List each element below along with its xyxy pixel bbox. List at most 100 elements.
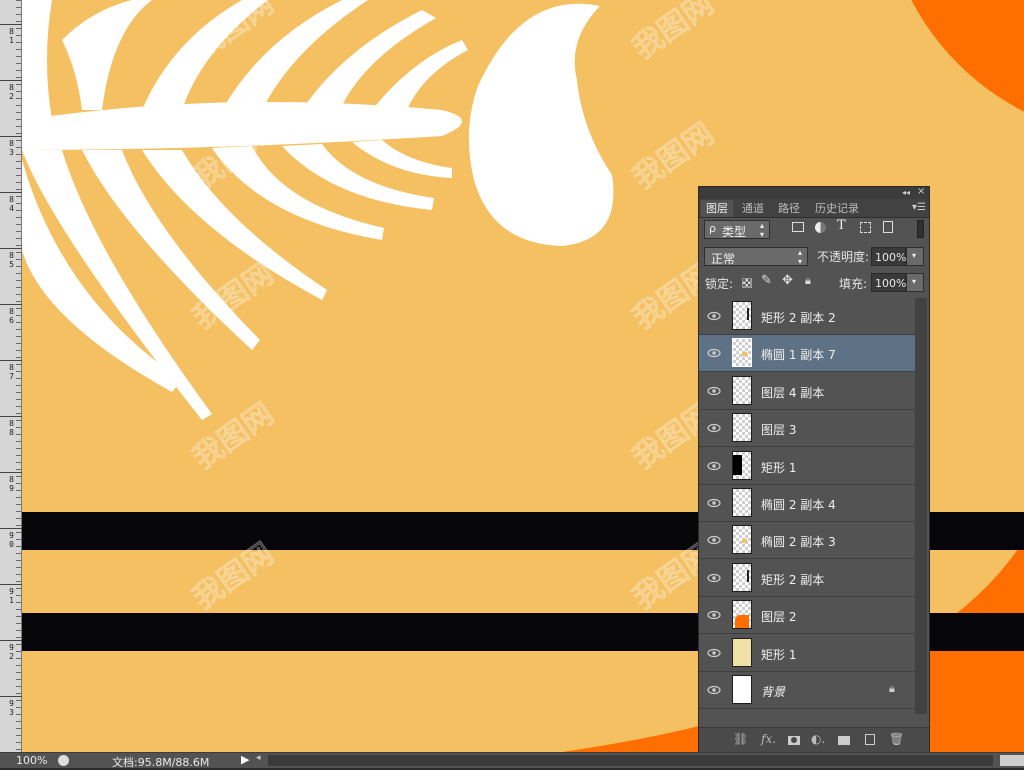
tab-paths[interactable]: 路径	[773, 200, 805, 217]
link-icon[interactable]: ⛓	[733, 732, 748, 746]
ruler-tick	[16, 399, 21, 400]
opacity-field[interactable]: 100%	[871, 247, 906, 266]
fill-dropdown-button[interactable]: ▾	[906, 273, 924, 292]
ruler-major-tick	[0, 136, 22, 137]
ruler-tick	[16, 210, 21, 211]
type-filter-icon[interactable]: T	[837, 218, 846, 233]
visibility-eye-icon[interactable]	[707, 683, 721, 697]
ruler-label: 3	[9, 708, 14, 717]
ruler-tick	[16, 112, 21, 113]
layer-row[interactable]: 背景 🔒︎	[699, 672, 915, 709]
filter-toggle-switch[interactable]	[917, 220, 924, 238]
layer-name: 椭圆 2 副本 3	[761, 535, 836, 550]
ruler-label: 2	[9, 652, 14, 661]
ruler-tick	[16, 350, 21, 351]
trash-icon[interactable]: 🗑︎	[889, 732, 904, 746]
thumbnail-mark	[747, 308, 749, 320]
ruler-tick	[16, 49, 21, 50]
layers-list[interactable]: 矩形 2 副本 2 椭圆 1 副本 7 图层 4 副本 图层 3 矩形 1 椭圆 2 副本…	[699, 298, 915, 714]
visibility-eye-icon[interactable]	[707, 384, 721, 398]
visibility-eye-icon[interactable]	[707, 571, 721, 585]
ruler-tick	[16, 14, 21, 15]
tab-layers[interactable]: 图层	[701, 200, 733, 217]
layer-row[interactable]: 椭圆 2 副本 4	[699, 485, 915, 522]
visibility-eye-icon[interactable]	[707, 608, 721, 622]
layer-row[interactable]: 矩形 2 副本 2	[699, 298, 915, 335]
visibility-eye-icon[interactable]	[707, 496, 721, 510]
lock-position-icon[interactable]: ✥	[782, 273, 793, 288]
collapse-panel-button[interactable]: ◂◂	[902, 187, 910, 199]
adjustment-filter-icon[interactable]	[815, 222, 826, 233]
zoom-level[interactable]: 100%	[16, 754, 47, 767]
visibility-eye-icon[interactable]	[707, 459, 721, 473]
fill-field[interactable]: 100%	[871, 273, 906, 292]
layer-filter-select[interactable]: ρ 类型 ▴ ▾	[704, 220, 770, 239]
lock-all-icon[interactable]: 🔒︎	[805, 274, 811, 288]
horizontal-scrollbar[interactable]	[268, 755, 993, 766]
layer-row[interactable]: 矩形 2 副本	[699, 559, 915, 597]
panel-menu-icon[interactable]: ▾☰	[912, 202, 926, 213]
thumbnail-mark	[735, 615, 749, 629]
layer-row[interactable]: 矩形 1	[699, 447, 915, 485]
layer-row[interactable]: 椭圆 1 副本 7	[699, 335, 915, 373]
opacity-dropdown-button[interactable]: ▾	[906, 247, 924, 266]
ruler-tick	[16, 483, 21, 484]
scroll-left-arrow[interactable]: ◂	[256, 753, 261, 763]
smart-object-filter-icon[interactable]	[883, 221, 893, 233]
close-panel-button[interactable]: ×	[917, 186, 925, 198]
visibility-eye-icon[interactable]	[707, 533, 721, 547]
layer-row[interactable]: 椭圆 2 副本 3	[699, 522, 915, 560]
layer-row[interactable]: 图层 2	[699, 597, 915, 635]
panel-header: ◂◂ ×	[699, 186, 929, 199]
ruler-tick	[16, 504, 21, 505]
shape-filter-icon[interactable]	[860, 222, 871, 233]
fx-icon[interactable]: fx.	[761, 732, 776, 746]
ruler-major-tick	[0, 696, 22, 697]
tab-channels[interactable]: 通道	[737, 200, 769, 217]
folder-icon[interactable]	[837, 732, 851, 746]
visibility-eye-icon[interactable]	[707, 421, 721, 435]
visibility-eye-icon[interactable]	[707, 646, 721, 660]
image-filter-icon[interactable]	[792, 222, 804, 232]
lock-image-pixels-icon[interactable]: ✎	[761, 273, 772, 288]
ruler-tick	[16, 735, 21, 736]
layer-row[interactable]: 图层 4 副本	[699, 372, 915, 410]
lock-transparent-pixels-icon[interactable]	[742, 278, 752, 288]
visibility-eye-icon[interactable]	[707, 346, 721, 360]
layer-thumbnail	[732, 562, 752, 592]
layers-scrollbar[interactable]	[915, 298, 927, 714]
ruler-tick	[16, 329, 21, 330]
new-layer-icon[interactable]	[863, 732, 877, 746]
layer-name: 图层 2	[761, 610, 797, 625]
ruler-major-tick	[0, 472, 22, 473]
ruler-tick	[16, 707, 21, 708]
ruler-tick	[16, 420, 21, 421]
ruler-tick	[16, 357, 21, 358]
ruler-tick	[16, 35, 21, 36]
status-bar: 100% 文档:95.8M/88.6M ▶ ◂	[0, 752, 1024, 769]
adjustment-icon[interactable]: ◐.	[811, 732, 825, 746]
scroll-thumb[interactable]	[1000, 755, 1024, 766]
layer-name: 椭圆 1 副本 7	[761, 348, 836, 363]
mask-icon[interactable]	[787, 732, 801, 746]
ruler-tick	[16, 182, 21, 183]
ruler-major-tick	[0, 192, 22, 193]
ruler-tick	[16, 427, 21, 428]
status-info-icon[interactable]	[58, 755, 69, 766]
ruler-major-tick	[0, 416, 22, 417]
layer-row[interactable]: 图层 3	[699, 410, 915, 448]
ruler-tick	[16, 392, 21, 393]
ruler-tick	[16, 623, 21, 624]
ruler-tick	[16, 336, 21, 337]
ruler-tick	[16, 343, 21, 344]
vertical-ruler[interactable]: 81828384858687888990919293	[0, 0, 22, 752]
tab-history[interactable]: 历史记录	[810, 200, 864, 217]
ruler-tick	[16, 644, 21, 645]
blend-mode-select[interactable]: 正常 ▴ ▾	[704, 247, 808, 266]
status-menu-arrow[interactable]: ▶	[241, 753, 249, 766]
visibility-eye-icon[interactable]	[707, 309, 721, 323]
layer-row[interactable]: 矩形 1	[699, 634, 915, 672]
fish-head	[468, 3, 614, 246]
ruler-tick	[16, 693, 21, 694]
thumbnail-mark	[742, 539, 747, 544]
